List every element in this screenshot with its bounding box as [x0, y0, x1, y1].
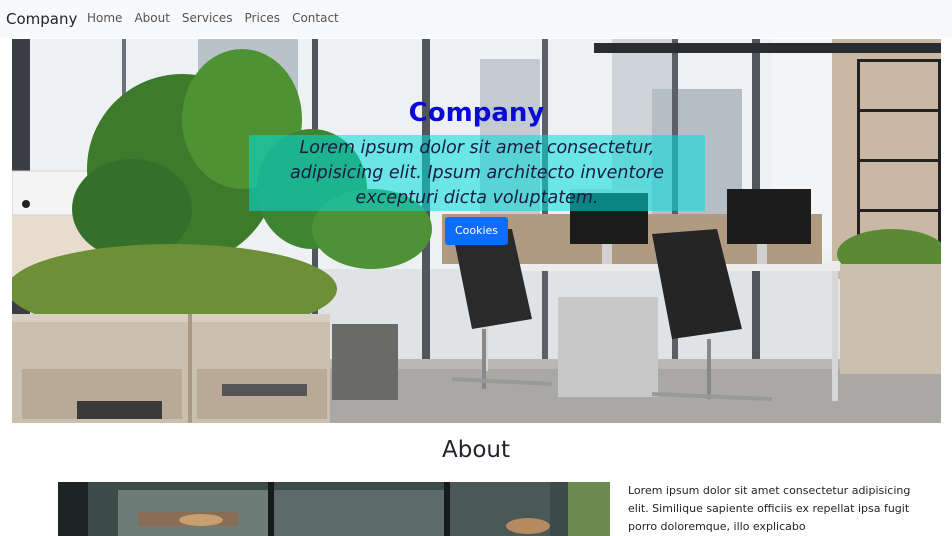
- about-office-image: [58, 482, 610, 536]
- navbar-brand[interactable]: Company: [6, 9, 77, 29]
- nav-link-about[interactable]: About: [134, 10, 169, 26]
- nav-link-prices[interactable]: Prices: [245, 10, 281, 26]
- about-text: Lorem ipsum dolor sit amet consectetur a…: [628, 484, 911, 533]
- hero-title: Company: [408, 98, 545, 128]
- hero-section: Company Lorem ipsum dolor sit amet conse…: [12, 39, 941, 423]
- nav-link-contact[interactable]: Contact: [292, 10, 339, 26]
- navbar: Company Home About Services Prices Conta…: [0, 0, 952, 38]
- nav-links: Home About Services Prices Contact: [87, 10, 351, 26]
- cookies-button[interactable]: Cookies: [445, 217, 508, 245]
- nav-link-services[interactable]: Services: [182, 10, 233, 26]
- about-title: About: [441, 437, 510, 463]
- hero-text: Lorem ipsum dolor sit amet consectetur, …: [289, 138, 665, 208]
- nav-link-home[interactable]: Home: [87, 10, 122, 26]
